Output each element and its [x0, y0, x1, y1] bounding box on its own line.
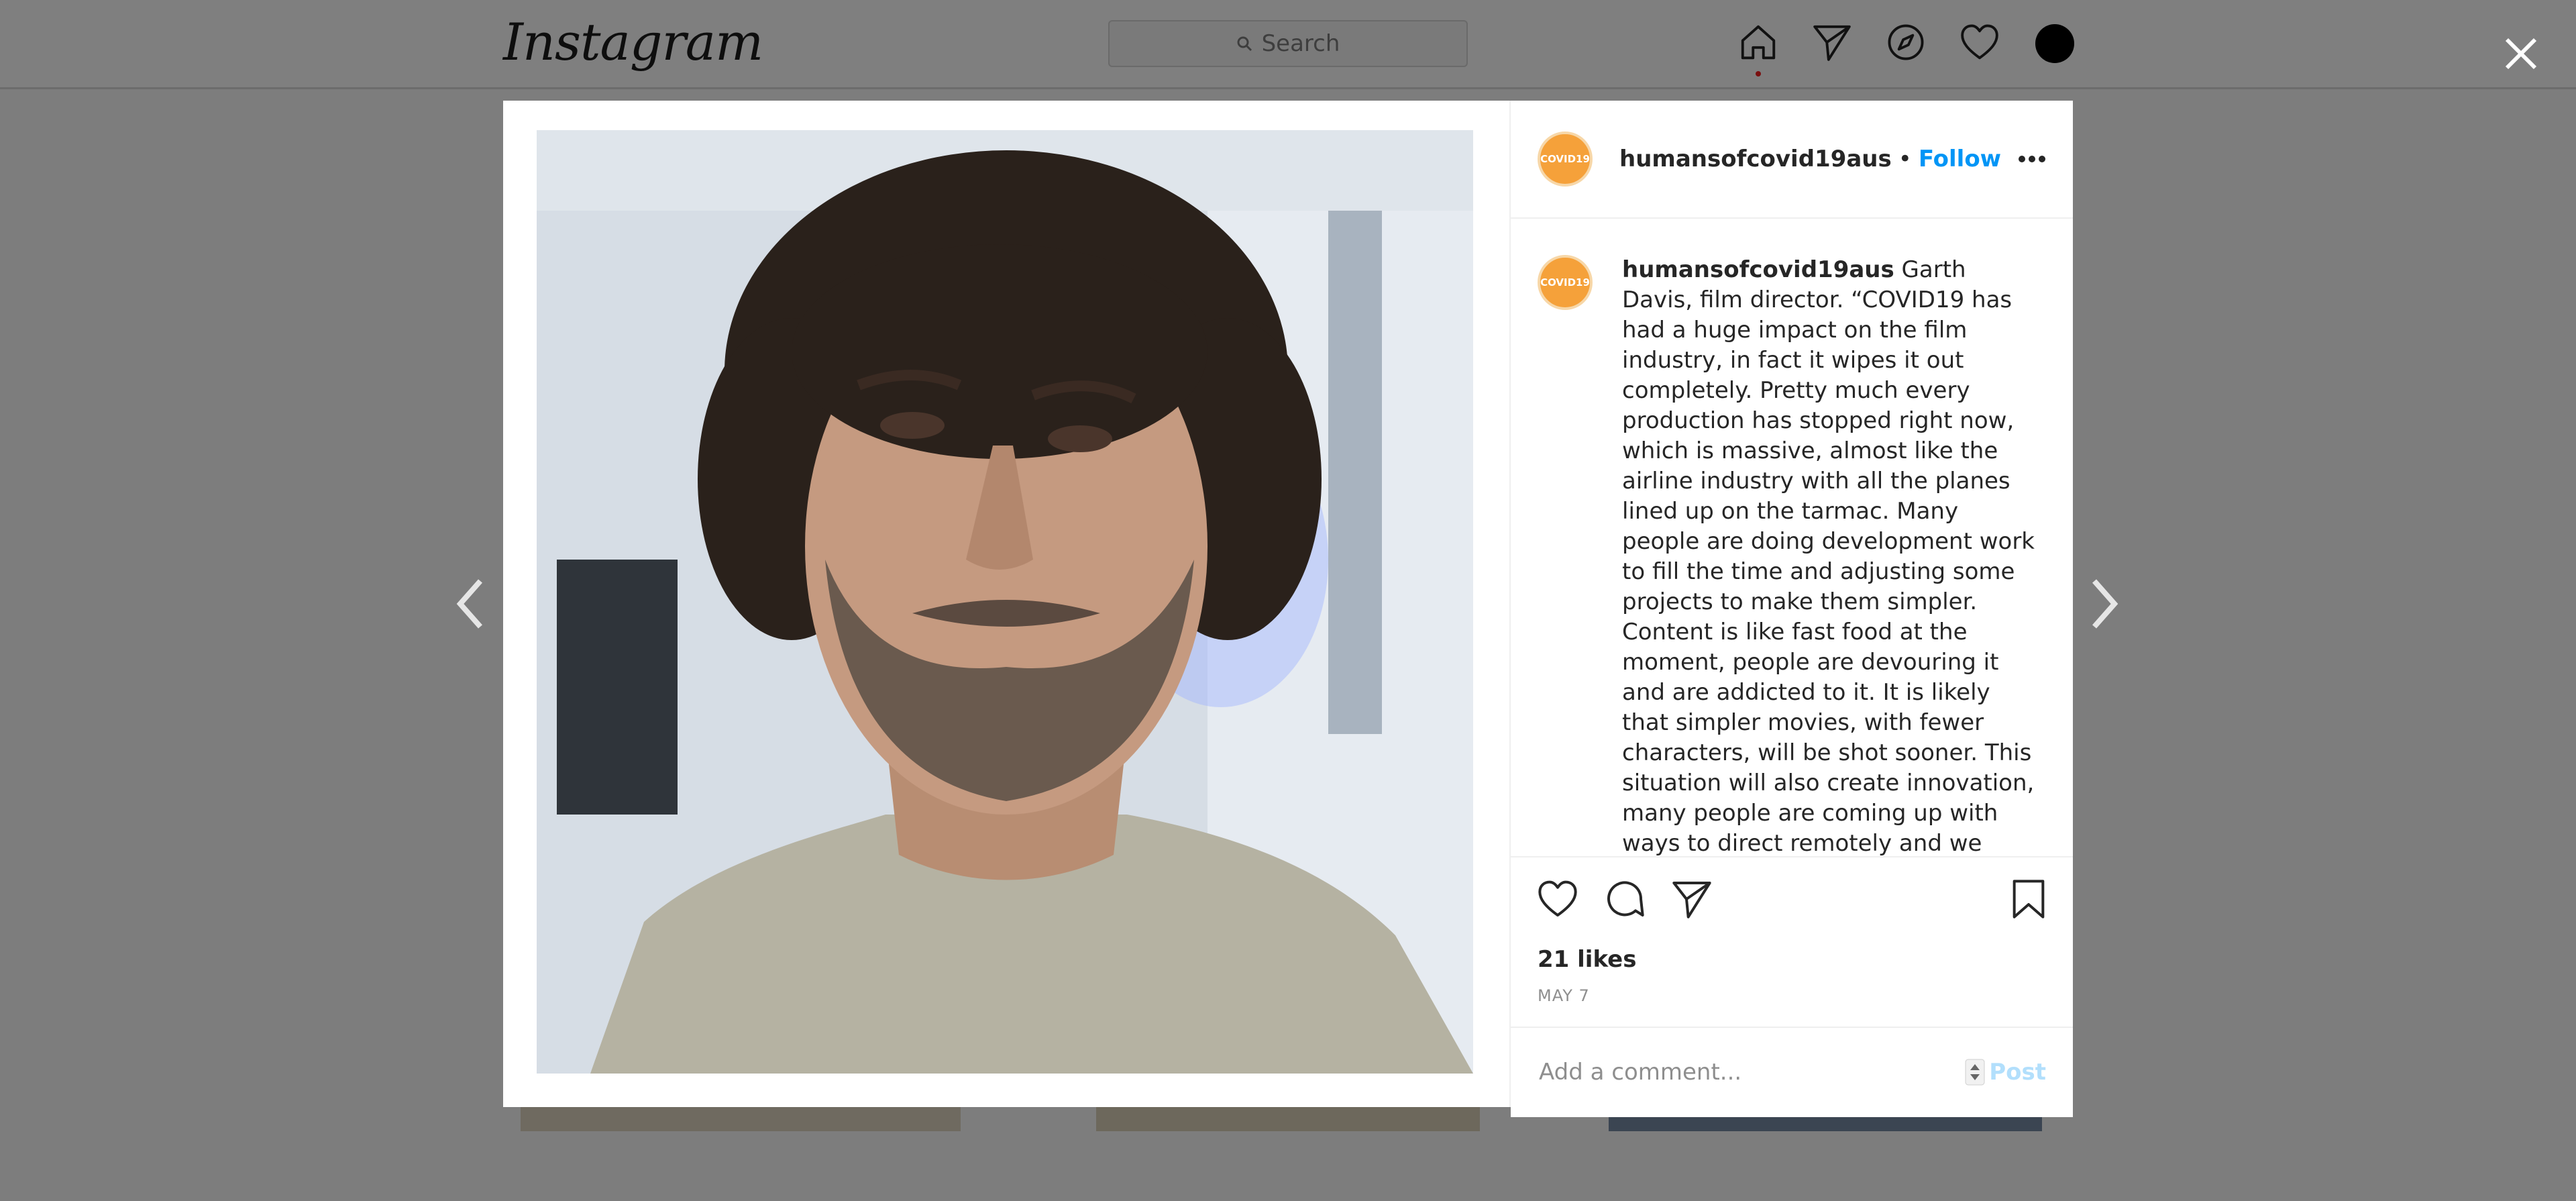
stepper-icon[interactable]: [1965, 1059, 1985, 1086]
comment-icon[interactable]: [1603, 878, 1646, 921]
likes-count[interactable]: 21 likes: [1538, 946, 1636, 973]
comment-input[interactable]: [1538, 1058, 1966, 1086]
caption-avatar[interactable]: COVID19: [1538, 255, 1593, 310]
post-photo: [537, 130, 1473, 1074]
photo-panel: [503, 101, 1511, 1107]
search-placeholder: Search: [1261, 30, 1340, 57]
portrait-illustration: [537, 130, 1473, 1074]
account-avatar[interactable]: COVID19: [1538, 132, 1593, 187]
actions-section: 21 likes MAY 7 Post: [1511, 856, 2073, 1117]
post-date[interactable]: MAY 7: [1538, 986, 1590, 1005]
post-sidebar: COVID19 humansofcovid19aus • Follow COVI…: [1511, 101, 2073, 1117]
post-modal: COVID19 humansofcovid19aus • Follow COVI…: [503, 101, 2073, 1117]
save-bookmark-icon[interactable]: [2007, 878, 2050, 921]
activity-heart-icon[interactable]: [1959, 21, 2000, 63]
grid-tile[interactable]: [521, 1107, 961, 1131]
caption-body: Garth Davis, film director. “COVID19 has…: [1622, 256, 2035, 917]
caption-scroll[interactable]: COVID19 humansofcovid19aus Garth Davis, …: [1511, 219, 2073, 957]
direct-icon[interactable]: [1811, 21, 1853, 63]
caption: humansofcovid19aus Garth Davis, film dir…: [1622, 255, 2038, 919]
follow-button[interactable]: Follow: [1919, 146, 2001, 172]
search-box[interactable]: Search: [1108, 20, 1468, 67]
explore-icon[interactable]: [1885, 21, 1927, 63]
post-header: COVID19 humansofcovid19aus • Follow: [1511, 101, 2073, 219]
comment-bar: Post: [1511, 1027, 2073, 1116]
header-separator: •: [1898, 146, 1912, 172]
more-options-icon[interactable]: [2018, 155, 2046, 163]
home-icon[interactable]: [1737, 21, 1779, 63]
next-arrow-icon[interactable]: [2089, 577, 2120, 631]
share-icon[interactable]: [1670, 878, 1713, 921]
profile-avatar[interactable]: [2035, 24, 2074, 63]
home-active-dot: [1756, 71, 1761, 76]
caption-row: COVID19 humansofcovid19aus Garth Davis, …: [1511, 219, 2073, 919]
top-nav: Instagram Search: [0, 0, 2576, 89]
grid-tile[interactable]: [1096, 1107, 1480, 1131]
header-username[interactable]: humansofcovid19aus: [1619, 146, 1892, 172]
caption-username[interactable]: humansofcovid19aus: [1622, 256, 1894, 283]
close-icon[interactable]: [2502, 35, 2540, 72]
prev-arrow-icon[interactable]: [455, 577, 486, 631]
post-button[interactable]: Post: [1989, 1059, 2046, 1086]
instagram-logo[interactable]: Instagram: [503, 12, 763, 72]
search-icon: [1237, 36, 1252, 52]
like-heart-icon[interactable]: [1536, 878, 1579, 921]
